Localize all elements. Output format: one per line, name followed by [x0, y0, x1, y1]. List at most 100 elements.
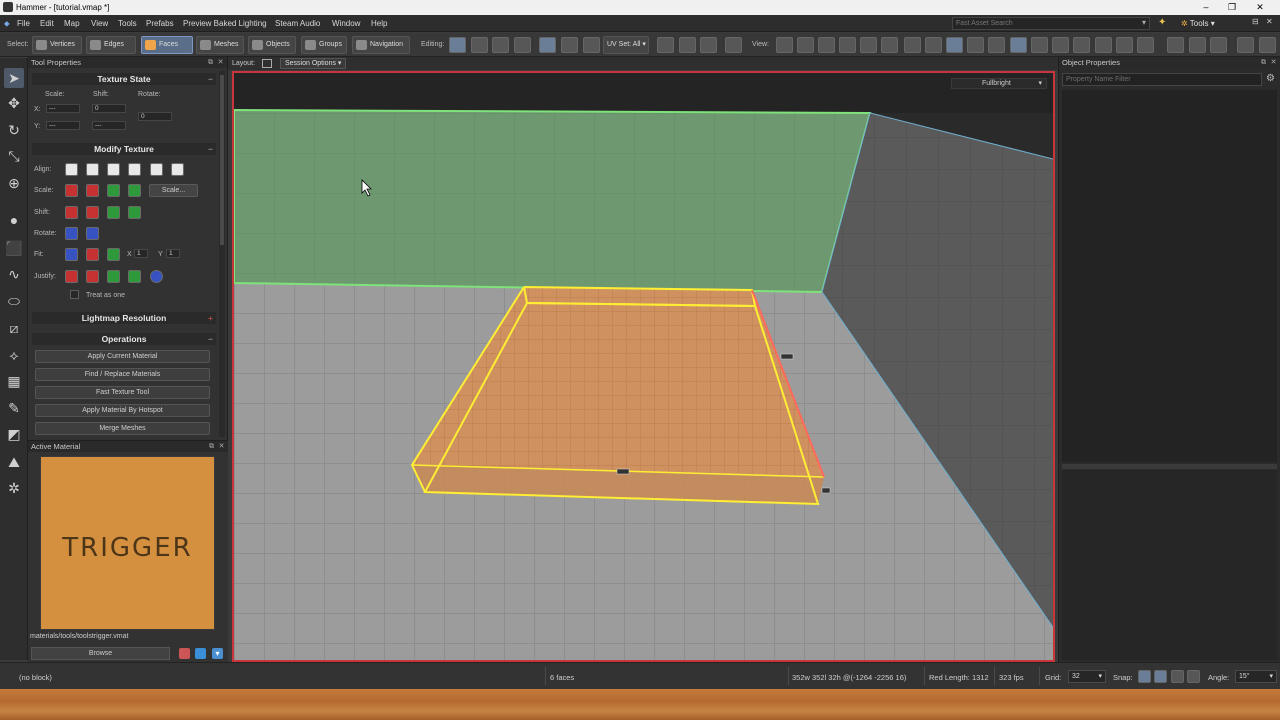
view-capture-icon[interactable]	[1237, 37, 1254, 53]
select-navigation-button[interactable]: Navigation	[352, 36, 410, 54]
select-vertices-button[interactable]: Vertices	[32, 36, 82, 54]
trigger-handle[interactable]	[821, 487, 831, 494]
clip-tool-icon[interactable]: ⧄	[4, 318, 24, 338]
editing-snap-icon[interactable]	[449, 37, 466, 53]
shift-down-icon[interactable]	[128, 206, 141, 219]
panel-pin-icon[interactable]: ⊟	[1252, 17, 1259, 26]
select-groups-button[interactable]: Groups	[301, 36, 347, 54]
menu-edit[interactable]: Edit	[40, 19, 54, 28]
editing-pivot-icon[interactable]	[492, 37, 509, 53]
fast-asset-search-input[interactable]: Fast Asset Search	[952, 17, 1150, 30]
view-solid-icon[interactable]	[946, 37, 963, 53]
view-grid-icon[interactable]	[1116, 37, 1133, 53]
render-mode-dropdown[interactable]: Fullbright ▾	[951, 78, 1047, 89]
view-shield-icon[interactable]	[818, 37, 835, 53]
search-dropdown-icon[interactable]: ▾	[1142, 18, 1146, 27]
shift-right-icon[interactable]	[86, 206, 99, 219]
material-apply-icon[interactable]	[195, 648, 206, 659]
scale-down-y-icon[interactable]	[107, 184, 120, 197]
texture-scale-lock-icon[interactable]	[561, 37, 578, 53]
scale-x-field[interactable]: ---	[46, 104, 80, 113]
editing-origin-icon[interactable]	[514, 37, 531, 53]
layout-single-icon[interactable]	[262, 59, 272, 68]
decal-tool-icon[interactable]: ◩	[4, 424, 24, 444]
select-edges-button[interactable]: Edges	[86, 36, 136, 54]
align-left-icon[interactable]	[128, 163, 141, 176]
rotate-field[interactable]: 0	[138, 112, 172, 121]
justify-bottom-icon[interactable]	[128, 270, 141, 283]
snap-grid-icon[interactable]	[1138, 670, 1151, 683]
entity-tool-icon[interactable]: ●	[4, 210, 24, 230]
view-player-icon[interactable]	[967, 37, 984, 53]
align-face-icon[interactable]	[86, 163, 99, 176]
scale-down-x-icon[interactable]	[65, 184, 78, 197]
view-cube-icon[interactable]	[925, 37, 942, 53]
3d-viewport[interactable]: Fullbright ▾	[232, 71, 1055, 662]
foliage-tool-icon[interactable]: ✲	[4, 478, 24, 498]
shift-up-icon[interactable]	[107, 206, 120, 219]
select-meshes-button[interactable]: Meshes	[196, 36, 244, 54]
menu-steam-audio[interactable]: Steam Audio	[275, 19, 320, 28]
align-grid-icon[interactable]	[171, 163, 184, 176]
snap-face-icon[interactable]	[1187, 670, 1200, 683]
asset-tools-icon[interactable]: ✦	[1158, 17, 1166, 28]
panel-close-icon[interactable]: ✕	[1266, 17, 1273, 26]
block-tool-icon[interactable]: ⬛	[4, 238, 24, 258]
toolbar-gear-icon[interactable]	[679, 37, 696, 53]
uv-set-dropdown[interactable]: UV Set: All ▾	[603, 36, 649, 54]
scale-dialog-button[interactable]: Scale...	[149, 184, 198, 197]
menu-view[interactable]: View	[91, 19, 108, 28]
close-button[interactable]: ✕	[1254, 2, 1266, 13]
shift-y-field[interactable]: ---	[92, 121, 126, 130]
grid-size-dropdown[interactable]: 32 ▾	[1068, 670, 1106, 683]
find-replace-materials-button[interactable]: Find / Replace Materials	[35, 368, 210, 381]
view-nodes-icon[interactable]	[797, 37, 814, 53]
align-right-icon[interactable]	[150, 163, 163, 176]
view-rope-icon[interactable]	[1052, 37, 1069, 53]
snap-edge-icon[interactable]	[1171, 670, 1184, 683]
view-building-icon[interactable]	[1095, 37, 1112, 53]
view-more-icon[interactable]	[1259, 37, 1276, 53]
fit-x-icon[interactable]	[86, 248, 99, 261]
lightmap-resolution-header[interactable]: Lightmap Resolution +	[32, 312, 216, 324]
maximize-button[interactable]: ❐	[1226, 2, 1238, 13]
select-tool-icon[interactable]: ➤	[4, 68, 24, 88]
pivot-tool-icon[interactable]: ⊕	[4, 173, 24, 193]
tools-button[interactable]: ✲ Tools ▾	[1181, 17, 1225, 30]
shift-x-field[interactable]: 0	[92, 104, 126, 113]
apply-current-material-button[interactable]: Apply Current Material	[35, 350, 210, 363]
panel-close-icon[interactable]: ✕	[216, 57, 225, 68]
toolbar-gamepad-icon[interactable]	[725, 37, 742, 53]
editing-align-icon[interactable]	[471, 37, 488, 53]
extrude-tool-icon[interactable]: ⟡	[4, 345, 24, 365]
view-box-icon[interactable]	[904, 37, 921, 53]
panel-close-icon[interactable]: ✕	[217, 441, 226, 452]
menu-prefabs[interactable]: Prefabs	[146, 19, 174, 28]
justify-right-icon[interactable]	[86, 270, 99, 283]
angle-snap-dropdown[interactable]: 15° ▾	[1235, 670, 1277, 683]
property-name-filter-input[interactable]: Property Name Filter	[1062, 73, 1262, 86]
settings-gear-icon[interactable]: ⚙	[1266, 73, 1275, 84]
fit-both-icon[interactable]	[65, 248, 78, 261]
polygon-tool-icon[interactable]: ⬭	[4, 291, 24, 311]
rotate-cw-icon[interactable]	[86, 227, 99, 240]
paint-tool-icon[interactable]: ✎	[4, 398, 24, 418]
view-hatch-icon[interactable]	[1167, 37, 1184, 53]
menu-window[interactable]: Window	[332, 19, 360, 28]
tool-properties-scrollbar[interactable]	[219, 71, 225, 437]
fast-texture-tool-button[interactable]: Fast Texture Tool	[35, 386, 210, 399]
justify-top-icon[interactable]	[107, 270, 120, 283]
scale-tool-icon[interactable]: ⤡	[4, 146, 24, 166]
fit-x-field[interactable]: 1	[134, 249, 148, 258]
align-world-icon[interactable]	[65, 163, 78, 176]
texture-tool-icon[interactable]: ▦	[4, 371, 24, 391]
menu-tools[interactable]: Tools	[118, 19, 137, 28]
terrain-tool-icon[interactable]: ⛰	[4, 452, 24, 472]
fit-y-icon[interactable]	[107, 248, 120, 261]
fit-y-field[interactable]: 1	[166, 249, 180, 258]
modify-texture-header[interactable]: Modify Texture −	[32, 143, 216, 155]
view-camera-icon[interactable]	[881, 37, 898, 53]
menu-file[interactable]: File	[17, 19, 30, 28]
select-faces-button[interactable]: Faces	[141, 36, 193, 54]
operations-header[interactable]: Operations −	[32, 333, 216, 345]
